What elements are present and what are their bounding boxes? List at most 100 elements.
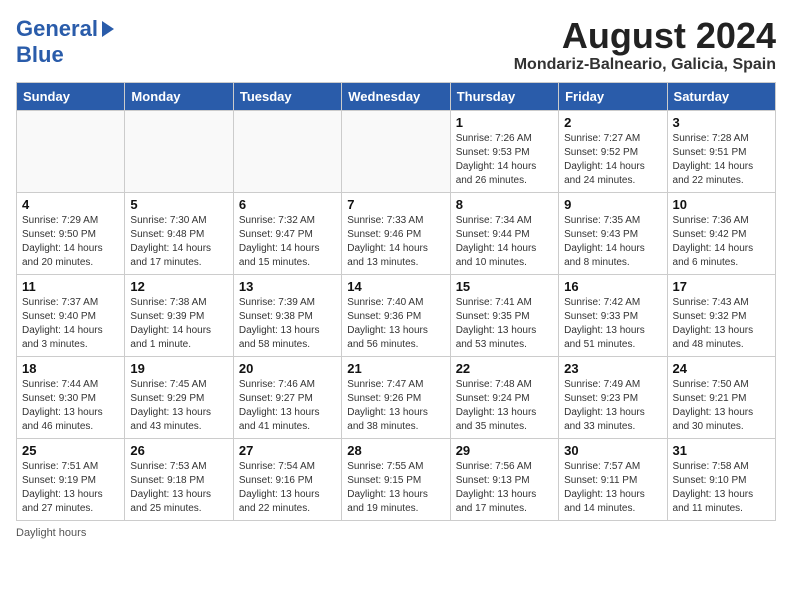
day-info: Sunrise: 7:36 AMSunset: 9:42 PMDaylight:… xyxy=(673,214,770,270)
calendar-day: 1Sunrise: 7:26 AMSunset: 9:53 PMDaylight… xyxy=(450,110,558,192)
day-number: 27 xyxy=(239,443,336,458)
logo: General Blue xyxy=(16,16,114,68)
day-number: 6 xyxy=(239,197,336,212)
day-number: 8 xyxy=(456,197,553,212)
day-info: Sunrise: 7:35 AMSunset: 9:43 PMDaylight:… xyxy=(564,214,661,270)
month-title: August 2024 xyxy=(514,16,776,56)
day-number: 18 xyxy=(22,361,119,376)
calendar-day: 18 Sunrise: 7:44 AMSunset: 9:30 PMDayligh… xyxy=(17,356,125,438)
calendar-week-2: 4 Sunrise: 7:29 AMSunset: 9:50 PMDaylight… xyxy=(17,192,776,274)
day-number: 24 xyxy=(673,361,770,376)
weekday-header-tuesday: Tuesday xyxy=(233,82,341,110)
calendar-header-row: SundayMondayTuesdayWednesdayThursdayFrid… xyxy=(17,82,776,110)
calendar-day: 22Sunrise: 7:48 AMSunset: 9:24 PMDayligh… xyxy=(450,356,558,438)
calendar-day xyxy=(17,110,125,192)
calendar-day: 17 Sunrise: 7:43 AMSunset: 9:32 PMDayligh… xyxy=(667,274,775,356)
page-header: General Blue August 2024 Mondariz-Balnea… xyxy=(16,16,776,74)
calendar-day: 5 Sunrise: 7:30 AMSunset: 9:48 PMDaylight… xyxy=(125,192,233,274)
calendar-day: 16Sunrise: 7:42 AMSunset: 9:33 PMDayligh… xyxy=(559,274,667,356)
day-number: 4 xyxy=(22,197,119,212)
calendar-day: 25 Sunrise: 7:51 AMSunset: 9:19 PMDayligh… xyxy=(17,438,125,520)
day-number: 12 xyxy=(130,279,227,294)
calendar-day: 7Sunrise: 7:33 AMSunset: 9:46 PMDaylight… xyxy=(342,192,450,274)
day-number: 10 xyxy=(673,197,770,212)
day-number: 1 xyxy=(456,115,553,130)
weekday-header-wednesday: Wednesday xyxy=(342,82,450,110)
logo-blue-text: Blue xyxy=(16,42,64,67)
day-info: Sunrise: 7:37 AMSunset: 9:40 PMDaylight:… xyxy=(22,296,119,352)
day-number: 3 xyxy=(673,115,770,130)
weekday-header-saturday: Saturday xyxy=(667,82,775,110)
calendar-day: 26 Sunrise: 7:53 AMSunset: 9:18 PMDayligh… xyxy=(125,438,233,520)
day-number: 17 xyxy=(673,279,770,294)
calendar-day: 23Sunrise: 7:49 AMSunset: 9:23 PMDayligh… xyxy=(559,356,667,438)
day-number: 26 xyxy=(130,443,227,458)
calendar-day: 13 Sunrise: 7:39 AMSunset: 9:38 PMDayligh… xyxy=(233,274,341,356)
logo-general: General xyxy=(16,16,98,41)
day-info: Sunrise: 7:53 AMSunset: 9:18 PMDaylight:… xyxy=(130,460,227,516)
title-area: August 2024 Mondariz-Balneario, Galicia,… xyxy=(514,16,776,74)
day-number: 2 xyxy=(564,115,661,130)
calendar-day: 11Sunrise: 7:37 AMSunset: 9:40 PMDayligh… xyxy=(17,274,125,356)
day-info: Sunrise: 7:34 AMSunset: 9:44 PMDaylight:… xyxy=(456,214,553,270)
weekday-header-friday: Friday xyxy=(559,82,667,110)
day-info: Sunrise: 7:40 AMSunset: 9:36 PMDaylight:… xyxy=(347,296,444,352)
calendar-day: 15Sunrise: 7:41 AMSunset: 9:35 PMDayligh… xyxy=(450,274,558,356)
day-info: Sunrise: 7:43 AMSunset: 9:32 PMDaylight:… xyxy=(673,296,770,352)
footer-note: Daylight hours xyxy=(16,527,776,539)
calendar-day: 6Sunrise: 7:32 AMSunset: 9:47 PMDaylight… xyxy=(233,192,341,274)
day-info: Sunrise: 7:46 AMSunset: 9:27 PMDaylight:… xyxy=(239,378,336,434)
calendar-day: 9 Sunrise: 7:35 AMSunset: 9:43 PMDaylight… xyxy=(559,192,667,274)
day-number: 20 xyxy=(239,361,336,376)
daylight-hours-label: Daylight hours xyxy=(16,527,86,539)
day-info: Sunrise: 7:55 AMSunset: 9:15 PMDaylight:… xyxy=(347,460,444,516)
day-number: 22 xyxy=(456,361,553,376)
calendar-day: 21 Sunrise: 7:47 AMSunset: 9:26 PMDayligh… xyxy=(342,356,450,438)
day-number: 30 xyxy=(564,443,661,458)
day-number: 13 xyxy=(239,279,336,294)
day-number: 21 xyxy=(347,361,444,376)
day-info: Sunrise: 7:39 AMSunset: 9:38 PMDaylight:… xyxy=(239,296,336,352)
day-number: 16 xyxy=(564,279,661,294)
day-number: 25 xyxy=(22,443,119,458)
day-info: Sunrise: 7:57 AMSunset: 9:11 PMDaylight:… xyxy=(564,460,661,516)
day-number: 19 xyxy=(130,361,227,376)
day-number: 14 xyxy=(347,279,444,294)
calendar-day xyxy=(233,110,341,192)
calendar-week-1: 1Sunrise: 7:26 AMSunset: 9:53 PMDaylight… xyxy=(17,110,776,192)
day-number: 28 xyxy=(347,443,444,458)
day-number: 5 xyxy=(130,197,227,212)
day-info: Sunrise: 7:29 AMSunset: 9:50 PMDaylight:… xyxy=(22,214,119,270)
day-info: Sunrise: 7:47 AMSunset: 9:26 PMDaylight:… xyxy=(347,378,444,434)
day-info: Sunrise: 7:28 AMSunset: 9:51 PMDaylight:… xyxy=(673,132,770,188)
calendar-day: 2 Sunrise: 7:27 AMSunset: 9:52 PMDaylight… xyxy=(559,110,667,192)
calendar-day: 30 Sunrise: 7:57 AMSunset: 9:11 PMDayligh… xyxy=(559,438,667,520)
day-info: Sunrise: 7:45 AMSunset: 9:29 PMDaylight:… xyxy=(130,378,227,434)
day-info: Sunrise: 7:41 AMSunset: 9:35 PMDaylight:… xyxy=(456,296,553,352)
day-number: 29 xyxy=(456,443,553,458)
location-subtitle: Mondariz-Balneario, Galicia, Spain xyxy=(514,56,776,74)
day-info: Sunrise: 7:51 AMSunset: 9:19 PMDaylight:… xyxy=(22,460,119,516)
weekday-header-thursday: Thursday xyxy=(450,82,558,110)
logo-blue-line: Blue xyxy=(16,42,64,68)
day-info: Sunrise: 7:58 AMSunset: 9:10 PMDaylight:… xyxy=(673,460,770,516)
day-info: Sunrise: 7:38 AMSunset: 9:39 PMDaylight:… xyxy=(130,296,227,352)
weekday-header-monday: Monday xyxy=(125,82,233,110)
logo-text: General xyxy=(16,16,98,42)
calendar-week-5: 25 Sunrise: 7:51 AMSunset: 9:19 PMDayligh… xyxy=(17,438,776,520)
day-number: 9 xyxy=(564,197,661,212)
day-info: Sunrise: 7:44 AMSunset: 9:30 PMDaylight:… xyxy=(22,378,119,434)
day-info: Sunrise: 7:30 AMSunset: 9:48 PMDaylight:… xyxy=(130,214,227,270)
calendar-day: 3 Sunrise: 7:28 AMSunset: 9:51 PMDaylight… xyxy=(667,110,775,192)
calendar-day: 10 Sunrise: 7:36 AMSunset: 9:42 PMDayligh… xyxy=(667,192,775,274)
day-info: Sunrise: 7:50 AMSunset: 9:21 PMDaylight:… xyxy=(673,378,770,434)
day-info: Sunrise: 7:27 AMSunset: 9:52 PMDaylight:… xyxy=(564,132,661,188)
calendar-day: 28 Sunrise: 7:55 AMSunset: 9:15 PMDayligh… xyxy=(342,438,450,520)
calendar-week-4: 18 Sunrise: 7:44 AMSunset: 9:30 PMDayligh… xyxy=(17,356,776,438)
day-number: 31 xyxy=(673,443,770,458)
weekday-header-sunday: Sunday xyxy=(17,82,125,110)
calendar-day: 29Sunrise: 7:56 AMSunset: 9:13 PMDayligh… xyxy=(450,438,558,520)
calendar-day: 19 Sunrise: 7:45 AMSunset: 9:29 PMDayligh… xyxy=(125,356,233,438)
calendar-day: 12 Sunrise: 7:38 AMSunset: 9:39 PMDayligh… xyxy=(125,274,233,356)
logo-triangle-icon xyxy=(102,21,114,37)
